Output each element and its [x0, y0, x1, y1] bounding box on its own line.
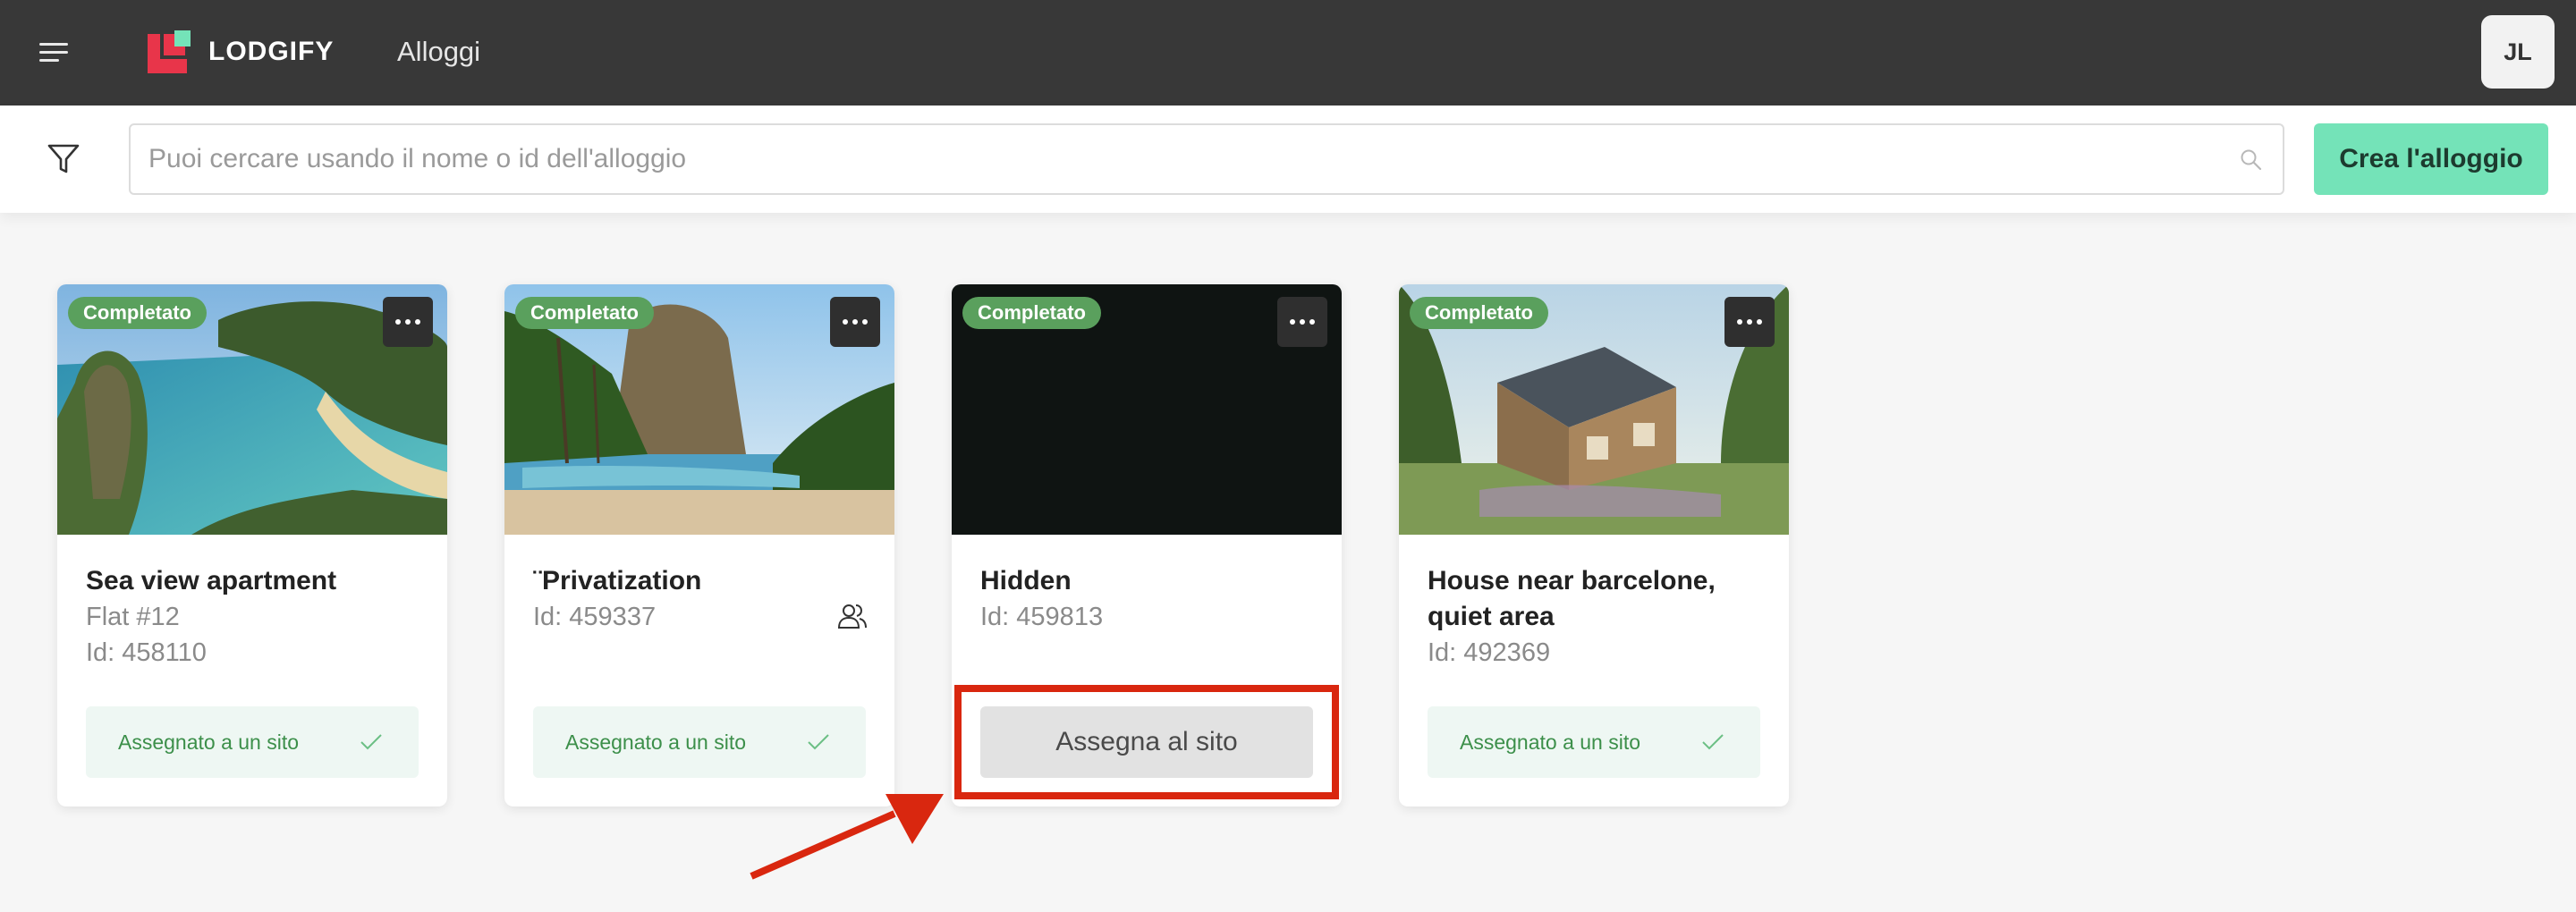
property-name[interactable]: Sea view apartment — [86, 563, 426, 599]
site-assigned-status: Assegnato a un sito — [1428, 706, 1760, 778]
group-icon — [837, 604, 867, 629]
property-photo[interactable]: Completato — [57, 284, 447, 535]
check-icon — [360, 734, 382, 750]
property-photo[interactable]: Completato — [1399, 284, 1789, 535]
top-bar: LODGIFY Alloggi JL — [0, 0, 2576, 106]
property-subtitle: Flat #12 — [86, 603, 180, 631]
status-badge: Completato — [68, 297, 207, 329]
site-assigned-status: Assegnato a un sito — [533, 706, 866, 778]
search-toolbar: Crea l'alloggio — [0, 106, 2576, 213]
property-card[interactable]: Completato ¨Privatization Id: 459337 Ass… — [504, 284, 894, 806]
check-icon — [1702, 734, 1724, 750]
property-card[interactable]: Completato House near barcelone, quiet a… — [1399, 284, 1789, 806]
status-badge: Completato — [515, 297, 654, 329]
search-icon[interactable] — [2240, 148, 2263, 172]
property-photo[interactable]: Completato — [952, 284, 1342, 535]
create-property-button[interactable]: Crea l'alloggio — [2314, 123, 2548, 195]
annotation-arrow-icon — [750, 794, 944, 880]
property-name[interactable]: Hidden — [980, 563, 1320, 599]
property-id: Id: 492369 — [1428, 638, 1551, 667]
property-id: Id: 458110 — [86, 638, 207, 667]
property-id: Id: 459813 — [980, 603, 1104, 631]
status-badge: Completato — [962, 297, 1101, 329]
status-badge: Completato — [1410, 297, 1548, 329]
property-name[interactable]: House near barcelone, quiet area — [1428, 563, 1767, 635]
check-icon — [808, 734, 829, 750]
property-id: Id: 459337 — [533, 603, 657, 631]
lodgify-logo-icon[interactable] — [148, 30, 191, 73]
page-title: Alloggi — [397, 36, 481, 67]
property-card[interactable]: Completato Sea view apartment Flat #12 I… — [57, 284, 447, 806]
more-options-button[interactable] — [383, 297, 433, 347]
search-input[interactable] — [148, 125, 2206, 193]
site-assigned-label: Assegnato a un sito — [1460, 730, 1641, 754]
property-name[interactable]: ¨Privatization — [533, 563, 873, 599]
property-photo[interactable]: Completato — [504, 284, 894, 535]
more-options-button[interactable] — [1277, 297, 1327, 347]
filter-icon[interactable] — [47, 143, 80, 175]
more-options-button[interactable] — [830, 297, 880, 347]
site-assigned-status: Assegnato a un sito — [86, 706, 419, 778]
search-field[interactable] — [129, 123, 2284, 195]
brand-name[interactable]: LODGIFY — [208, 34, 334, 70]
user-avatar[interactable]: JL — [2481, 15, 2555, 89]
menu-icon[interactable] — [39, 41, 68, 63]
site-assigned-label: Assegnato a un sito — [565, 730, 747, 754]
site-assigned-label: Assegnato a un sito — [118, 730, 300, 754]
annotation-highlight-box — [954, 685, 1339, 799]
more-options-button[interactable] — [1724, 297, 1775, 347]
